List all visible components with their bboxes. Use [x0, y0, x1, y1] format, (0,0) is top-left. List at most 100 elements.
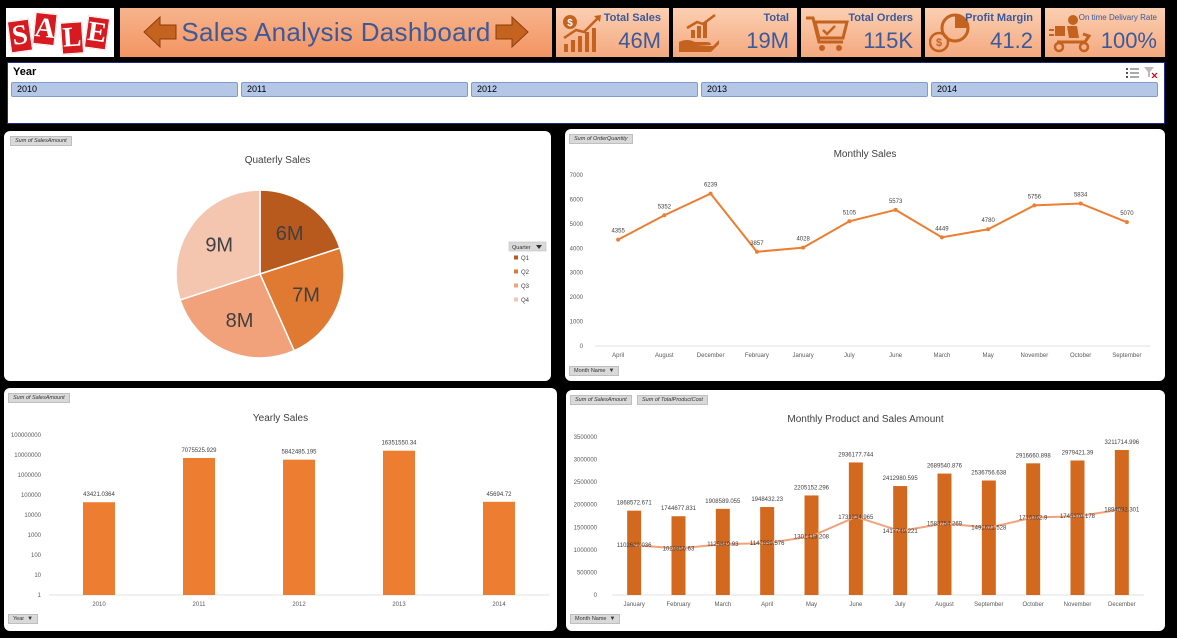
- data-point[interactable]: [847, 219, 852, 224]
- axis-filter-month-name[interactable]: Month Name ▼: [570, 614, 621, 624]
- data-label: 2936177.744: [838, 452, 874, 458]
- y-tick-label: 2000000: [574, 503, 598, 509]
- y-tick-label: 3000: [570, 271, 584, 277]
- legend-label: Q3: [521, 284, 530, 290]
- axis-filter-month-name[interactable]: Month Name ▼: [569, 366, 620, 376]
- pie-data-label: 8M: [226, 310, 254, 332]
- y-tick-label: 500000: [577, 570, 598, 576]
- data-point[interactable]: [1032, 203, 1037, 208]
- data-point[interactable]: [616, 237, 621, 242]
- slicer-item-2013[interactable]: 2013: [701, 82, 928, 97]
- y-tick-label: 1: [38, 593, 42, 599]
- slicer-item-2014[interactable]: 2014: [931, 82, 1158, 97]
- kpi-value: 115K: [863, 28, 913, 53]
- bar-sales-amount[interactable]: [1070, 460, 1085, 595]
- bar-2010[interactable]: [83, 502, 115, 595]
- arrow-left-icon[interactable]: [142, 14, 178, 50]
- dashboard: SALE Sales Analysis Dashboard $ Total Sa…: [0, 0, 1177, 638]
- data-point[interactable]: [1078, 201, 1083, 206]
- bar-sales-amount[interactable]: [627, 510, 642, 595]
- data-label: 2205152.296: [794, 485, 830, 491]
- slicer-item-2011[interactable]: 2011: [241, 82, 468, 97]
- slicer-item-2012[interactable]: 2012: [471, 82, 698, 97]
- clear-filter-icon[interactable]: [1144, 67, 1158, 78]
- quarterly-pie-chart: 6M 7M 8M 9M Quarter Q1 Q2 Q3 Q4: [175, 189, 547, 359]
- x-tick-label: September: [974, 602, 1003, 608]
- data-label: 1417749.221: [883, 529, 919, 535]
- x-tick-label: August: [935, 602, 954, 608]
- legend-swatch: [514, 255, 518, 260]
- data-point[interactable]: [1124, 220, 1129, 225]
- y-tick-label: 1500000: [574, 525, 598, 531]
- kpi-label: Total Orders: [848, 12, 913, 24]
- dropdown-arrow-icon: ▼: [609, 616, 616, 622]
- data-label: 2916660.898: [1016, 453, 1052, 459]
- data-label: 1948432.23: [751, 497, 783, 503]
- kpi-label: Total Sales: [603, 12, 661, 24]
- slicer-item-2010[interactable]: 2010: [11, 82, 238, 97]
- bar-sales-amount[interactable]: [715, 508, 730, 595]
- y-tick-label: 4000: [570, 246, 584, 252]
- data-label: 2689540.876: [927, 464, 963, 470]
- x-tick-label: June: [889, 353, 903, 359]
- data-label: 7075525.929: [181, 448, 217, 454]
- data-label: 1868572.671: [617, 501, 653, 507]
- data-point[interactable]: [893, 207, 898, 212]
- y-tick-label: 10000000: [14, 453, 41, 459]
- data-point[interactable]: [754, 249, 759, 254]
- data-point[interactable]: [662, 213, 667, 218]
- bar-sales-amount[interactable]: [671, 516, 686, 595]
- y-tick-label: 0: [594, 593, 598, 599]
- data-label: 3857: [750, 241, 764, 247]
- bar-sales-amount[interactable]: [804, 495, 819, 595]
- series-line[interactable]: [617, 192, 1128, 253]
- monthly-sales-line-chart: 0 1000 2000 3000 4000 5000 6000 7000 4355 5352 623…: [570, 173, 1150, 359]
- y-tick-label: 3000000: [574, 458, 598, 464]
- kpi-label: Profit Margin: [965, 12, 1033, 24]
- y-tick-label: 100: [31, 553, 42, 559]
- data-point[interactable]: [801, 245, 806, 250]
- x-tick-label: June: [849, 602, 863, 608]
- data-label: 1301413.208: [794, 534, 830, 540]
- data-label: 4780: [981, 218, 995, 224]
- y-tick-label: 100000000: [11, 433, 42, 439]
- data-point[interactable]: [939, 235, 944, 240]
- y-tick-label: 7000: [570, 173, 584, 179]
- data-label: 4028: [796, 237, 810, 243]
- bar-sales-amount[interactable]: [981, 480, 996, 595]
- kpi-value: 41.2: [990, 28, 1033, 53]
- bar-sales-amount[interactable]: [1114, 450, 1129, 595]
- arrow-right-icon[interactable]: [494, 14, 530, 50]
- bar-sales-amount[interactable]: [893, 486, 908, 595]
- x-tick-label: August: [655, 353, 674, 359]
- dropdown-arrow-icon: ▼: [608, 368, 615, 374]
- data-label: 5070: [1120, 211, 1134, 217]
- kpi-label: On time Delivary Rate: [1078, 13, 1157, 22]
- data-label: 1029856.63: [663, 547, 695, 553]
- bar-sales-amount[interactable]: [1026, 463, 1041, 595]
- data-point[interactable]: [708, 191, 713, 196]
- bar-sales-amount[interactable]: [937, 473, 952, 595]
- y-tick-label: 10000: [24, 513, 41, 519]
- bar-2011[interactable]: [183, 458, 215, 595]
- bar-sales-amount[interactable]: [848, 462, 863, 595]
- kpi-total: Total 19M: [673, 8, 797, 57]
- bar-2012[interactable]: [283, 459, 315, 595]
- data-label: 5834: [1074, 192, 1088, 198]
- data-label: 1125849.93: [707, 542, 739, 548]
- axis-filter-year[interactable]: Year ▼: [8, 614, 39, 624]
- kpi-value: 46M: [618, 28, 661, 53]
- y-tick-label: 3500000: [574, 435, 598, 441]
- kpi-on-time-delivery: On time Delivary Rate 100%: [1045, 8, 1165, 57]
- monthly-product-sales-combo-chart: 0 500000 1000000 1500000 2000000 2500000 30000…: [574, 435, 1144, 608]
- bar-2014[interactable]: [483, 501, 515, 595]
- data-point[interactable]: [986, 227, 991, 232]
- y-tick-label: 1000: [28, 533, 42, 539]
- bar-2013[interactable]: [383, 450, 415, 595]
- multi-select-icon[interactable]: [1126, 67, 1140, 78]
- pie-data-label: 9M: [205, 234, 233, 256]
- bar-sales-amount[interactable]: [760, 507, 775, 595]
- shopping-cart-icon: [806, 16, 849, 51]
- growth-chart-icon: $: [563, 15, 601, 52]
- x-tick-label: December: [697, 353, 725, 359]
